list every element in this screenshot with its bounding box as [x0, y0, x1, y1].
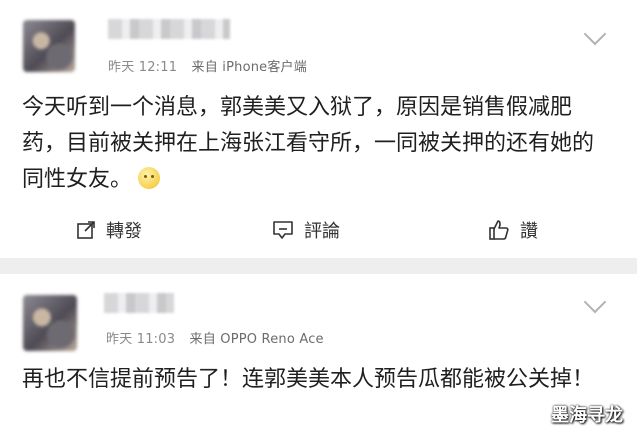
post-text: 今天听到一个消息，郭美美又入狱了，原因是销售假减肥药，目前被关押在上海张江看守所… [22, 95, 595, 192]
like-button[interactable]: 讚 [488, 208, 538, 252]
watermark: 墨海寻龙 [551, 405, 623, 426]
chevron-down-icon[interactable] [583, 290, 607, 314]
comment-button[interactable]: 評論 [272, 208, 340, 252]
post-content: 再也不信提前预告了！连郭美美本人预告瓜都能被公关掉！ [22, 362, 602, 398]
thumbs-up-icon [489, 220, 509, 240]
avatar[interactable] [23, 20, 75, 72]
post-card: 昨天 11:03 来自 OPPO Reno Ace 再也不信提前预告了！连郭美美… [0, 274, 637, 437]
post-text: 再也不信提前预告了！连郭美美本人预告瓜都能被公关掉！ [22, 367, 595, 392]
avatar[interactable] [23, 295, 77, 351]
username-blurred[interactable] [104, 293, 174, 313]
comment-icon [273, 221, 293, 239]
repost-label: 轉發 [106, 221, 142, 242]
post-actions: 轉發 評論 讚 [0, 208, 637, 252]
repost-button[interactable]: 轉發 [76, 208, 142, 252]
post-meta: 昨天 12:11 来自 iPhone客户端 [108, 56, 317, 75]
chevron-down-icon[interactable] [583, 22, 607, 46]
post-card: 昨天 12:11 来自 iPhone客户端 今天听到一个消息，郭美美又入狱了，原… [0, 0, 637, 258]
post-source[interactable]: 来自 OPPO Reno Ace [190, 332, 324, 347]
post-time: 昨天 11:03 [106, 332, 176, 347]
post-content: 今天听到一个消息，郭美美又入狱了，原因是销售假减肥药，目前被关押在上海张江看守所… [22, 90, 602, 198]
username-blurred[interactable] [108, 19, 230, 39]
card-separator [0, 258, 637, 274]
post-time: 昨天 12:11 [108, 60, 178, 75]
post-meta: 昨天 11:03 来自 OPPO Reno Ace [106, 328, 334, 347]
smile-emoji-icon [138, 167, 161, 189]
post-source[interactable]: 来自 iPhone客户端 [192, 60, 307, 75]
comment-label: 評論 [304, 221, 340, 242]
like-label: 讚 [520, 221, 538, 242]
repost-icon [77, 221, 95, 239]
